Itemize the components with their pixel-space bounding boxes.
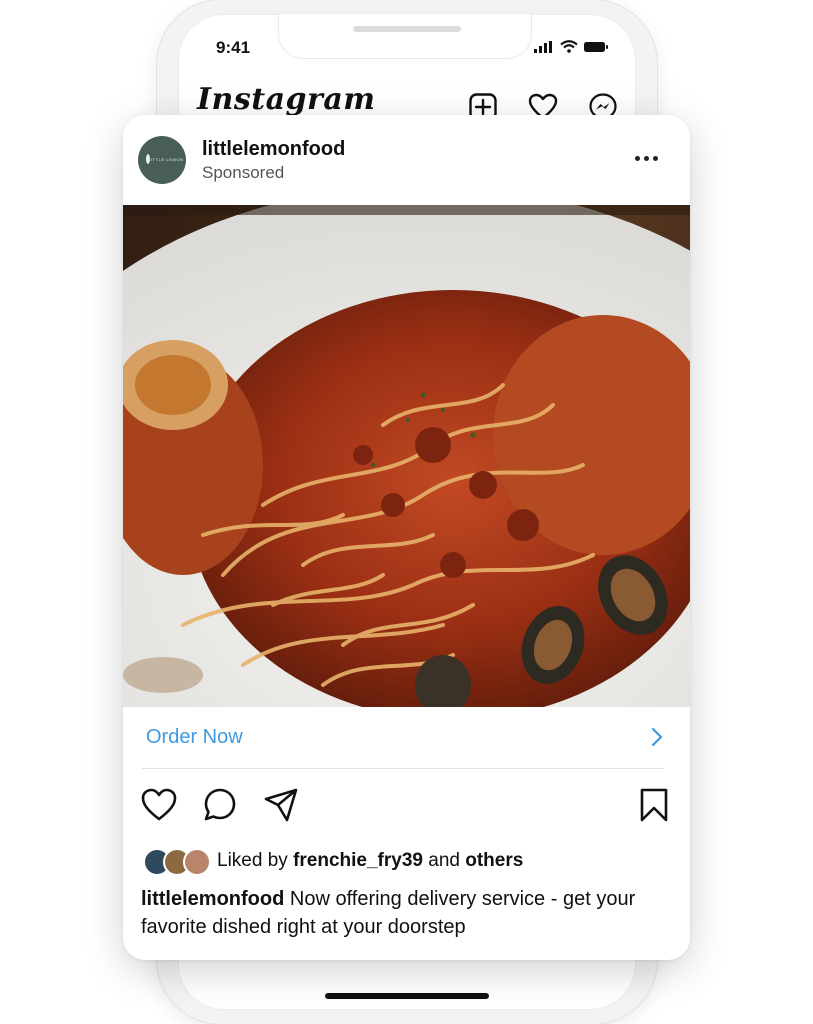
more-options-icon[interactable]: [635, 146, 665, 170]
status-icons: [534, 40, 608, 53]
liker-avatar: [183, 848, 211, 876]
divider: [142, 768, 664, 769]
post-image[interactable]: [123, 205, 690, 707]
likes-text: Liked by frenchie_fry39 and others: [217, 850, 524, 871]
likes-others-link[interactable]: others: [465, 850, 523, 871]
status-time: 9:41: [216, 38, 251, 57]
avatar-brand-text: LITTLE LEMON: [148, 157, 184, 162]
save-icon[interactable]: [639, 787, 669, 823]
battery-icon: [584, 41, 608, 52]
post-header: LITTLE LEMON littlelemonfood Sponsored: [123, 115, 690, 205]
liker-avatars[interactable]: [143, 848, 211, 876]
instagram-logo: Instagram: [197, 82, 376, 117]
avatar[interactable]: LITTLE LEMON: [138, 136, 186, 184]
caption-username[interactable]: littlelemonfood: [141, 888, 284, 910]
like-icon[interactable]: [141, 787, 177, 823]
post-actions: [123, 787, 690, 827]
post-username[interactable]: littlelemonfood: [202, 138, 345, 161]
wifi-icon: [560, 40, 578, 53]
signal-icon: [534, 40, 552, 53]
share-icon[interactable]: [263, 787, 299, 823]
pasta-photo: [123, 205, 690, 707]
post-card: LITTLE LEMON littlelemonfood Sponsored O…: [123, 115, 690, 960]
order-now-label: Order Now: [146, 726, 243, 748]
sponsored-label: Sponsored: [202, 163, 285, 182]
phone-notch: [279, 14, 531, 58]
order-now-cta[interactable]: Order Now: [123, 707, 690, 768]
phone-speaker: [353, 26, 461, 32]
comment-icon[interactable]: [202, 787, 238, 823]
likes-row: Liked by frenchie_fry39 and others: [143, 847, 524, 876]
post-caption: littlelemonfood Now offering delivery se…: [141, 885, 661, 941]
home-indicator: [325, 993, 489, 999]
liker-username[interactable]: frenchie_fry39: [293, 850, 423, 871]
chevron-right-icon: [651, 727, 663, 747]
